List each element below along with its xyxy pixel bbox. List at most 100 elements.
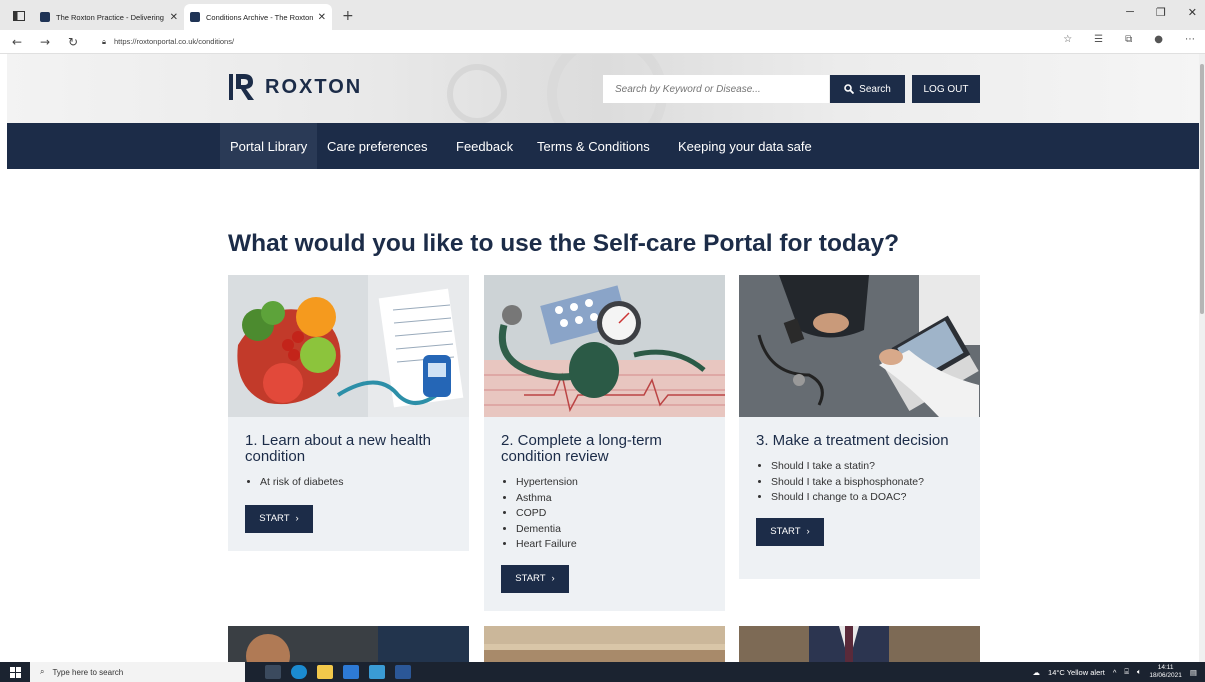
card-title: 1. Learn about a new health condition: [245, 432, 431, 465]
windows-taskbar: ⌕ Type here to search ☁ 14°C Yellow aler…: [0, 662, 1205, 682]
card-treatment-decision: 3. Make a treatment decision Should I ta…: [739, 275, 980, 579]
start-button[interactable]: START ›: [245, 504, 313, 533]
card-list: Hypertension Asthma COPD Dementia Heart …: [516, 475, 725, 553]
search-button[interactable]: Search: [830, 75, 905, 103]
card-image-peek: [739, 626, 980, 662]
back-icon[interactable]: ←: [6, 35, 28, 49]
list-item[interactable]: Asthma: [516, 491, 725, 507]
tray-chevron-icon[interactable]: ^: [1113, 668, 1117, 677]
forward-icon[interactable]: →: [34, 35, 56, 49]
page-scrollbar[interactable]: [1199, 54, 1205, 662]
tab-title: The Roxton Practice - Delivering: [56, 12, 164, 22]
nav-item-feedback[interactable]: Feedback: [446, 123, 523, 169]
url-text: https://roxtonportal.co.uk/conditions/: [114, 37, 235, 46]
close-icon[interactable]: ✕: [318, 12, 326, 23]
list-item[interactable]: Should I take a bisphosphonate?: [771, 475, 980, 491]
start-button-label: START: [515, 573, 546, 584]
card-list: At risk of diabetes: [260, 475, 469, 491]
clock[interactable]: 14:11 18/06/2021: [1149, 664, 1182, 680]
favorites-icon[interactable]: ☰: [1094, 34, 1103, 45]
site-logo[interactable]: ROXTON: [227, 72, 362, 102]
file-explorer-icon[interactable]: [317, 665, 333, 679]
system-tray: ☁ 14°C Yellow alert ^ ⌸ 🔈︎ 14:11 18/06/2…: [1033, 662, 1197, 682]
taskbar-apps: [265, 665, 411, 679]
list-item[interactable]: Hypertension: [516, 475, 725, 491]
card-long-term-review: 2. Complete a long-term condition review…: [484, 275, 725, 611]
close-window-icon[interactable]: ✕: [1188, 6, 1197, 19]
address-bar: ← → ↻ 🔒︎ https://roxtonportal.co.uk/cond…: [0, 30, 1205, 54]
start-button[interactable]: START ›: [501, 564, 569, 593]
tab-actions-icon[interactable]: [8, 5, 30, 27]
list-item[interactable]: Heart Failure: [516, 537, 725, 553]
scrollbar-thumb[interactable]: [1200, 64, 1204, 314]
search-icon: [844, 84, 855, 94]
favorite-add-icon[interactable]: ☆: [1063, 34, 1072, 45]
card-title: 3. Make a treatment decision: [756, 432, 949, 449]
clock-time: 14:11: [1157, 664, 1174, 671]
card-image-doctor-desk: [739, 275, 980, 417]
chevron-right-icon: ›: [806, 526, 810, 537]
start-button-label: START: [770, 526, 801, 537]
edge-browser-icon[interactable]: [291, 665, 307, 679]
tab-title: Conditions Archive - The Roxton: [206, 12, 314, 22]
windows-start-icon[interactable]: [0, 662, 30, 682]
mail-icon[interactable]: [343, 665, 359, 679]
search-input[interactable]: [603, 75, 829, 103]
notifications-icon[interactable]: ▤: [1190, 668, 1197, 677]
network-icon[interactable]: ⌸: [1124, 667, 1129, 677]
browser-window: The Roxton Practice - Delivering ✕ Condi…: [0, 0, 1205, 682]
site-favicon-icon: [190, 12, 200, 22]
nav-item-terms-conditions[interactable]: Terms & Conditions: [527, 123, 660, 169]
nav-item-portal-library[interactable]: Portal Library: [220, 123, 318, 169]
card-learn-condition: 1. Learn about a new health condition At…: [228, 275, 469, 551]
new-tab-icon[interactable]: +: [342, 8, 354, 24]
word-icon[interactable]: [395, 665, 411, 679]
app-icon[interactable]: [369, 665, 385, 679]
site-favicon-icon: [40, 12, 50, 22]
minimize-icon[interactable]: ─: [1126, 6, 1134, 19]
list-item[interactable]: Dementia: [516, 522, 725, 538]
clock-date: 18/06/2021: [1149, 672, 1182, 679]
browser-toolbar-icons: ☆ ☰ ⧉ ● ⋯: [1063, 34, 1195, 45]
volume-icon[interactable]: 🔈︎: [1137, 667, 1142, 677]
site-header: ROXTON Search LOG OUT: [7, 54, 1200, 123]
refresh-icon[interactable]: ↻: [62, 35, 84, 49]
list-item[interactable]: At risk of diabetes: [260, 475, 469, 491]
nav-item-keeping-data-safe[interactable]: Keeping your data safe: [668, 123, 822, 169]
list-item[interactable]: Should I take a statin?: [771, 459, 980, 475]
logo-text: ROXTON: [265, 75, 363, 98]
chevron-right-icon: ›: [551, 573, 555, 584]
profile-icon[interactable]: ●: [1154, 34, 1163, 45]
browser-tab[interactable]: The Roxton Practice - Delivering ✕: [34, 4, 184, 30]
weather-icon[interactable]: ☁: [1033, 668, 1041, 677]
url-field[interactable]: 🔒︎ https://roxtonportal.co.uk/conditions…: [102, 37, 234, 47]
browser-tab-bar: The Roxton Practice - Delivering ✕ Condi…: [0, 0, 1205, 30]
page-title: What would you like to use the Self-care…: [228, 230, 900, 257]
search-icon: ⌕: [40, 667, 45, 676]
list-item[interactable]: Should I change to a DOAC?: [771, 490, 980, 506]
card-title: 2. Complete a long-term condition review: [501, 432, 662, 465]
list-item[interactable]: COPD: [516, 506, 725, 522]
task-view-icon[interactable]: [265, 665, 281, 679]
main-navigation: Portal Library Care preferences Feedback…: [7, 123, 1200, 169]
start-button-label: START: [259, 513, 290, 524]
header-background-image: [447, 64, 507, 123]
more-icon[interactable]: ⋯: [1185, 34, 1195, 45]
roxton-logo-icon: [229, 74, 254, 100]
card-image-peek: [484, 626, 725, 662]
weather-text[interactable]: 14°C Yellow alert: [1048, 668, 1105, 677]
card-list: Should I take a statin? Should I take a …: [771, 459, 980, 506]
lock-icon: 🔒︎: [102, 36, 106, 46]
card-image-stethoscope-bp: [484, 275, 725, 417]
card-image-peek: [228, 626, 469, 662]
collections-icon[interactable]: ⧉: [1125, 34, 1132, 45]
logout-button[interactable]: LOG OUT: [912, 75, 980, 103]
window-controls: ─ ❐ ✕: [1126, 6, 1197, 19]
taskbar-search-input[interactable]: ⌕ Type here to search: [30, 662, 245, 682]
browser-tab-active[interactable]: Conditions Archive - The Roxton ✕: [184, 4, 332, 30]
restore-icon[interactable]: ❐: [1156, 6, 1166, 19]
start-button[interactable]: START ›: [756, 517, 824, 546]
chevron-right-icon: ›: [295, 513, 299, 524]
close-icon[interactable]: ✕: [170, 12, 178, 23]
nav-item-care-preferences[interactable]: Care preferences: [317, 123, 437, 169]
